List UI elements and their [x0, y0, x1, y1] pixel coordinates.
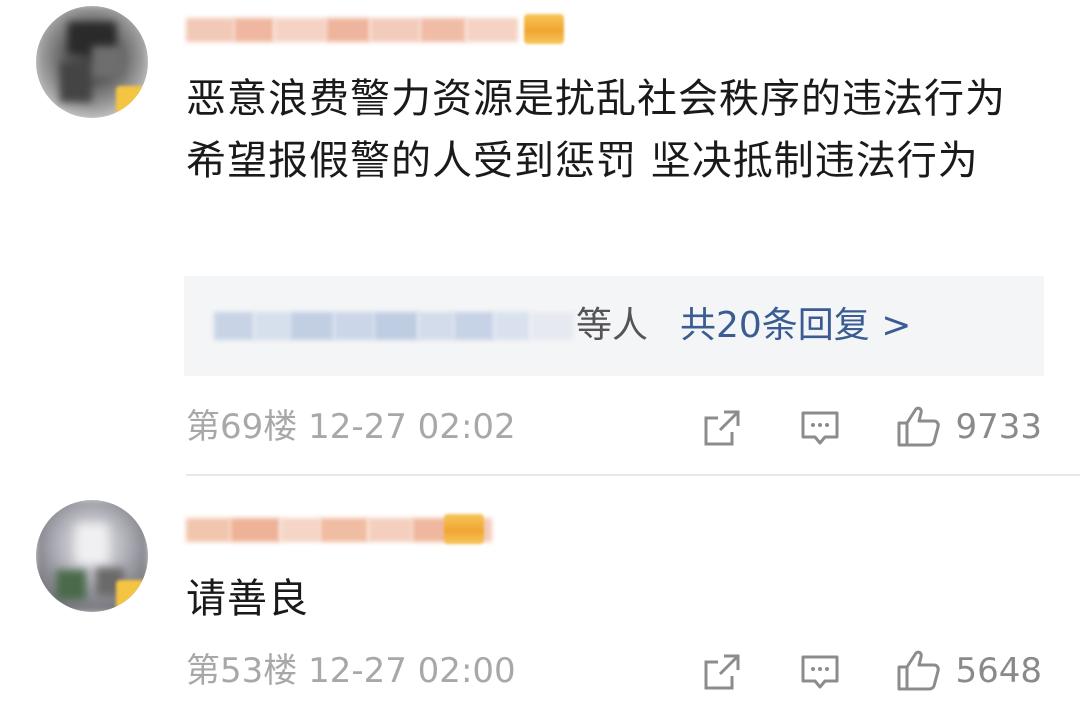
- username-blurred[interactable]: [186, 12, 518, 48]
- reply-preview[interactable]: 等人 共20条回复 >: [184, 276, 1044, 376]
- thumbs-up-icon[interactable]: [896, 648, 942, 692]
- level-badge: [444, 514, 484, 544]
- like-count: 5648: [955, 651, 1042, 691]
- share-icon[interactable]: [702, 652, 742, 692]
- comment-list: 恶意浪费警力资源是扰乱社会秩序的违法行为 希望报假警的人受到惩罚 坚决抵制违法行…: [0, 0, 1080, 711]
- comment-icon[interactable]: [800, 652, 840, 692]
- comment-icon[interactable]: [800, 408, 840, 448]
- avatar[interactable]: [36, 6, 148, 118]
- comment-text: 恶意浪费警力资源是扰乱社会秩序的违法行为 希望报假警的人受到惩罚 坚决抵制违法行…: [186, 76, 1006, 184]
- view-replies-link[interactable]: 共20条回复 >: [680, 300, 911, 352]
- level-badge: [524, 14, 564, 44]
- share-icon[interactable]: [702, 408, 742, 448]
- reply-usernames-blurred: [214, 312, 574, 342]
- reply-etc-label: 等人: [576, 305, 649, 346]
- like-count: 9733: [955, 407, 1042, 447]
- avatar[interactable]: [36, 500, 148, 612]
- floor-timestamp: 第53楼 12-27 02:00: [186, 651, 516, 691]
- comment-meta: 第69楼 12-27 02:02 9733: [186, 402, 1046, 452]
- comment-meta: 第53楼 12-27 02:00 5648: [186, 646, 1046, 696]
- comment-text: 请善良: [186, 576, 309, 622]
- thumbs-up-icon[interactable]: [896, 404, 942, 448]
- divider: [186, 474, 1080, 476]
- floor-timestamp: 第69楼 12-27 02:02: [186, 407, 516, 447]
